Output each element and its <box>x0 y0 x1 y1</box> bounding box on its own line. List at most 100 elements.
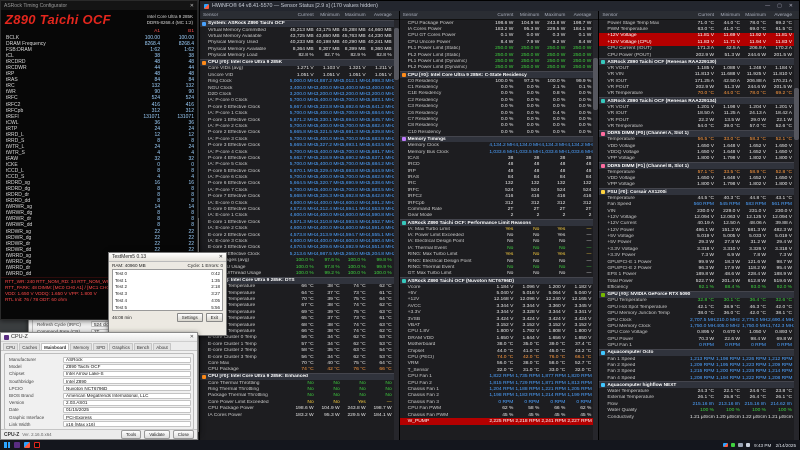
sensor-row[interactable]: +12V Current 40.19 A 12.50 A 48.06 A 39.88 A <box>599 221 794 227</box>
sensor-row[interactable]: EPS 1 Power 189.8 W 48.6 W 228.4 W 188.9 W <box>599 272 794 278</box>
sensor-row[interactable]: E-core Cluster 1 Temp 57 °C 34 °C 62 °C 53 °… <box>200 341 394 347</box>
sensor-row[interactable]: Total CPU Usage100.0 %97.8 %100.0 %99.9 … <box>200 264 394 270</box>
sensor-row[interactable]: C6 Residency 0.0 % 0.0 % 0.4 % 0.0 % <box>400 110 594 116</box>
sensor-row[interactable]: tRAS 84 84 84 84 <box>400 174 594 180</box>
settings-button[interactable]: Settings <box>176 313 203 322</box>
sensor-row[interactable]: IA Cores Power 183.2 W 95.3 W 229.5 W 184.1 … <box>200 412 394 418</box>
sensor-row[interactable]: P-core 5 Temperature 65 °C 37 °C 73 °C 61 °C <box>200 315 394 321</box>
sensor-row[interactable]: C10 Residency 0.0 % 0.0 % 0.0 % 0.0 % <box>400 129 594 135</box>
sensor-row[interactable]: E-core Cluster 0 Temp 56 °C 34 °C 62 °C 53 °… <box>200 335 394 341</box>
sensor-row[interactable]: D2D Clock 3,200.0 MHz 3,200.0 MHz 3,200.0 M… <box>200 91 394 97</box>
sensor-section-header[interactable]: GPU [#0]: NVIDIA GeForce RTX 5090 <box>599 290 795 298</box>
sensor-row[interactable]: VR VIN 11.813 V 11.688 V 11.925 V 11.810 V <box>599 72 794 78</box>
sensor-row[interactable]: P-core 3 Effective Clock 5,669.3 MHz 5,327… <box>200 142 394 148</box>
timing-configurator-titlebar[interactable]: ASRock Timing Configurator ✕ <box>1 1 197 10</box>
sensor-row[interactable]: Core Thermal Throttling No No No No <box>200 380 394 386</box>
sensor-row[interactable]: AVCC 3.344 V 3.344 V 3.360 V 3.345 V <box>400 303 594 309</box>
sensor-row[interactable]: Chipset 44.0 °C 41.0 °C 45.0 °C 43.2 °C <box>400 348 594 354</box>
sensor-row[interactable]: IA: E-core 0 Clock 4,600.0 MHz 4,400.0 MHz… <box>200 200 394 206</box>
sensor-row[interactable]: CPU Fan PWM 62 % 58 % 66 % 62 % <box>400 405 594 411</box>
sensor-row[interactable]: GPU Core Voltage 0.895 V 0.670 V 1.050 V 0.8… <box>599 330 794 336</box>
sensor-row[interactable]: CPU Package Power 198.6 W 104.9 W 243.8 W 19… <box>400 20 594 26</box>
tab-graphics[interactable]: Graphics <box>109 343 133 350</box>
sensor-row[interactable]: IA: E-core 1 Clock 4,600.0 MHz 4,400.0 MHz… <box>200 213 394 219</box>
sensor-row[interactable]: IA: Power Limit Exceeded No No Yes — <box>400 232 594 238</box>
sensor-row[interactable]: Fan 2 Speed 1,209 RPM 1,195 RPM 1,223 RPM 1,… <box>599 362 794 368</box>
tools-button[interactable]: Tools <box>120 430 142 439</box>
hwinfo-tray-icon[interactable] <box>723 442 728 448</box>
sensor-row[interactable]: VR VOUT 1.201 V 1.198 V 1.204 V 1.201 V <box>599 104 794 110</box>
validate-button[interactable]: Validate <box>144 430 170 439</box>
sensor-row[interactable]: Core Power Limit Exceeded No No Yes — <box>200 399 394 405</box>
sensor-row[interactable]: Total Power 522.7 W 201.4 W 612.8 W 519.6 W <box>599 278 794 284</box>
sensor-row[interactable]: CPU 1.8V 1.800 V 1.792 V 1.808 V 1.800 V <box>400 329 594 335</box>
cpu-temp-tray-icon[interactable] <box>730 442 736 448</box>
sensor-row[interactable]: C7 Residency 0.0 % 0.0 % 0.0 % 0.0 % <box>400 116 594 122</box>
timing-tool-taskbar-icon[interactable] <box>34 442 40 448</box>
sensor-row[interactable]: IA: Max Turbo Limit Yes No Yes — <box>400 226 594 232</box>
exit-button[interactable]: Exit <box>205 313 223 322</box>
sensor-row[interactable]: tRP 48 48 48 48 <box>400 168 594 174</box>
tab-caches[interactable]: Caches <box>19 343 41 350</box>
sensor-row[interactable]: PL2 Power Limit (Dynamic) 250.0 W 250.0 W 2… <box>400 65 594 71</box>
sensor-row[interactable]: tRCD 48 48 48 48 <box>400 162 594 168</box>
sensor-row[interactable]: CPU Current (IOUT) 171.3 A 42.5 A 206.9 A 17… <box>599 46 794 52</box>
sensor-row[interactable]: CPU Fan 1 1,822 RPM 1,735 RPM 1,877 RPM 1,82… <box>400 373 594 379</box>
sensor-row[interactable]: Fan 3 Speed 1,215 RPM 1,200 RPM 1,228 RPM 1,… <box>599 369 794 375</box>
sensor-row[interactable]: tRFC2 416 416 416 416 <box>400 194 594 200</box>
sensor-row[interactable]: C1 Residency 0.0 % 0.0 % 2.1 % 0.1 % <box>400 84 594 90</box>
sensor-row[interactable]: C2 Residency 0.0 % 0.0 % 0.0 % 0.0 % <box>400 97 594 103</box>
sensor-section-header[interactable]: Aquacomputer highflow NEXT <box>599 381 795 389</box>
sensor-row[interactable]: VR Temperature 70.0 °C 44.0 °C 78.0 °C 69.2 … <box>599 91 794 97</box>
sensor-row[interactable]: IA Cores Power 183.2 W 95.3 W 229.5 W 184.1 … <box>400 26 594 32</box>
sensor-row[interactable]: VR VOUT 1.185 V 1.088 V 1.248 V 1.184 V <box>599 65 794 71</box>
tab-about[interactable]: About <box>153 343 171 350</box>
sensor-row[interactable]: +5V Power 29.3 W 27.8 W 31.2 W 29.4 W <box>599 240 794 246</box>
minimize-icon[interactable]: — <box>763 3 772 9</box>
sensor-row[interactable]: Physical Memory Used 40,233 MB 40,198 MB 40… <box>200 40 394 46</box>
sensor-row[interactable]: +3.3V Power 7.3 W 6.9 W 7.8 W 7.3 W <box>599 253 794 259</box>
sensor-row[interactable]: IA: Thermal Event No No No — <box>400 245 594 251</box>
tab-spd[interactable]: SPD <box>93 343 109 350</box>
sensor-row[interactable]: PL1 Power Limit (Static) 250.0 W 250.0 W 25… <box>400 46 594 52</box>
sensor-row[interactable]: W_PUMP 2,225 RPM 2,218 RPM 2,241 RPM 2,227 R… <box>399 418 594 425</box>
sensor-row[interactable]: Average Effective Clock 5,213.6 MHz 4,987.… <box>200 251 394 257</box>
sensor-row[interactable]: PL2 Power Limit (Static) 250.0 W 250.0 W 25… <box>400 52 594 58</box>
sensor-row[interactable]: Physical Memory Available 8,364 MB 8,307 M… <box>200 46 394 52</box>
scrollbar-thumb[interactable] <box>393 28 399 80</box>
sensor-row[interactable]: P-core 0 Temperature 66 °C 38 °C 74 °C 62 °C <box>200 284 394 290</box>
sensor-row[interactable]: Gear Mode 2 2 2 2 <box>400 213 594 219</box>
sensor-row[interactable]: GPU Power 70.3 W 22.6 W 98.4 W 69.8 W <box>599 336 794 342</box>
sensor-row[interactable]: Flow 215.16 l/h 213.16 l/h 215.16 l/h 214.62… <box>599 401 794 407</box>
sensor-row[interactable]: C8 Residency 0.0 % 0.0 % 0.0 % 0.0 % <box>400 123 594 129</box>
sensor-row[interactable]: Core VIDs (avg) 1.271 V 1.103 V 1.321 V 1.21… <box>200 66 394 72</box>
sensor-row[interactable]: E-core Cluster 2 Temp 58 °C 35 °C 63 °C 54 °… <box>200 347 394 353</box>
sensor-row[interactable]: GPU Fan 1 0 RPM 0 RPM 0 RPM 0 RPM <box>599 343 794 349</box>
sensor-row[interactable]: P-core 2 Temperature 70 °C 39 °C 75 °C 64 °C <box>200 296 394 302</box>
sensor-row[interactable]: VDD Voltage 1.650 V 1.648 V 1.652 V 1.650 V <box>599 143 794 149</box>
sensor-row[interactable]: CPU Package Power 198.6 W 104.9 W 243.8 W 19… <box>200 405 394 411</box>
sensor-row[interactable]: C0 Residency 100.0 % 97.3 % 100.0 % 99.9 % <box>400 78 594 84</box>
sensor-row[interactable]: GPU/PCI-E 1 Power 99.9 W 18.3 W 121.6 W 98.7… <box>599 259 794 265</box>
sensor-row[interactable]: Chassis Fan 3 0 RPM 0 RPM 0 RPM 0 RPM <box>400 399 594 405</box>
test-list-item[interactable]: Test 0 0:42 <box>113 270 222 277</box>
test-list[interactable]: Test 0 0:42 Test 1 1:35 Test 2 2:18 Test 3 3:27… <box>112 269 223 311</box>
sensor-row[interactable]: P-core 6 Temperature 68 °C 38 °C 74 °C 63 °C <box>200 322 394 328</box>
sensor-row[interactable]: Ring Clock 5,000.0 MHz 4,887.2 MHz 5,012.1 … <box>200 79 394 85</box>
sensor-row[interactable]: RING: Electrical Design Point No No No — <box>400 258 594 264</box>
sensor-row[interactable]: T_Sensor 32.0 °C 31.0 °C 33.0 °C 32.0 °C <box>400 367 594 373</box>
sensor-row[interactable]: VRM 56.0 °C 38.0 °C 58.0 °C 52.7 °C <box>400 361 594 367</box>
sensor-row[interactable]: 3VSB 3.424 V 3.424 V 3.424 V 3.424 V <box>400 316 594 322</box>
sensor-row[interactable]: Memory Bus Clock 1,033.6 MHz 1,033.5 MHz 1,… <box>400 149 594 155</box>
test-list-item[interactable]: Test 3 3:27 <box>113 290 222 297</box>
sensor-row[interactable]: IA: P-core 7 Clock 5,700.0 MHz 5,400.0 MHz… <box>200 187 394 193</box>
sensor-row[interactable]: tCAS 38 38 38 38 <box>400 155 594 161</box>
sensor-row[interactable]: GPU Memory Clock 1,750.0 MHz 405.0 MHz 1,75… <box>599 323 794 329</box>
sensor-section-header[interactable]: PSU [#0]: Corsair AX1200i <box>599 188 795 196</box>
maximize-icon[interactable]: ▢ <box>775 3 784 9</box>
sensor-section-header[interactable]: CPU [#0]: Intel Core Ultra 9 285K: DTS <box>200 276 394 284</box>
sensor-row[interactable]: Memory Clock 4,134.2 MHz 4,134.0 MHz 4,134.… <box>400 142 594 148</box>
sensor-row[interactable]: IA: P-core 0 Clock 5,700.0 MHz 5,400.0 MHz… <box>200 98 394 104</box>
sensor-row[interactable]: VR IOUT 171.25 A 42.50 A 206.88 A 170.21 A <box>599 78 794 84</box>
scrollbar[interactable] <box>794 20 800 440</box>
